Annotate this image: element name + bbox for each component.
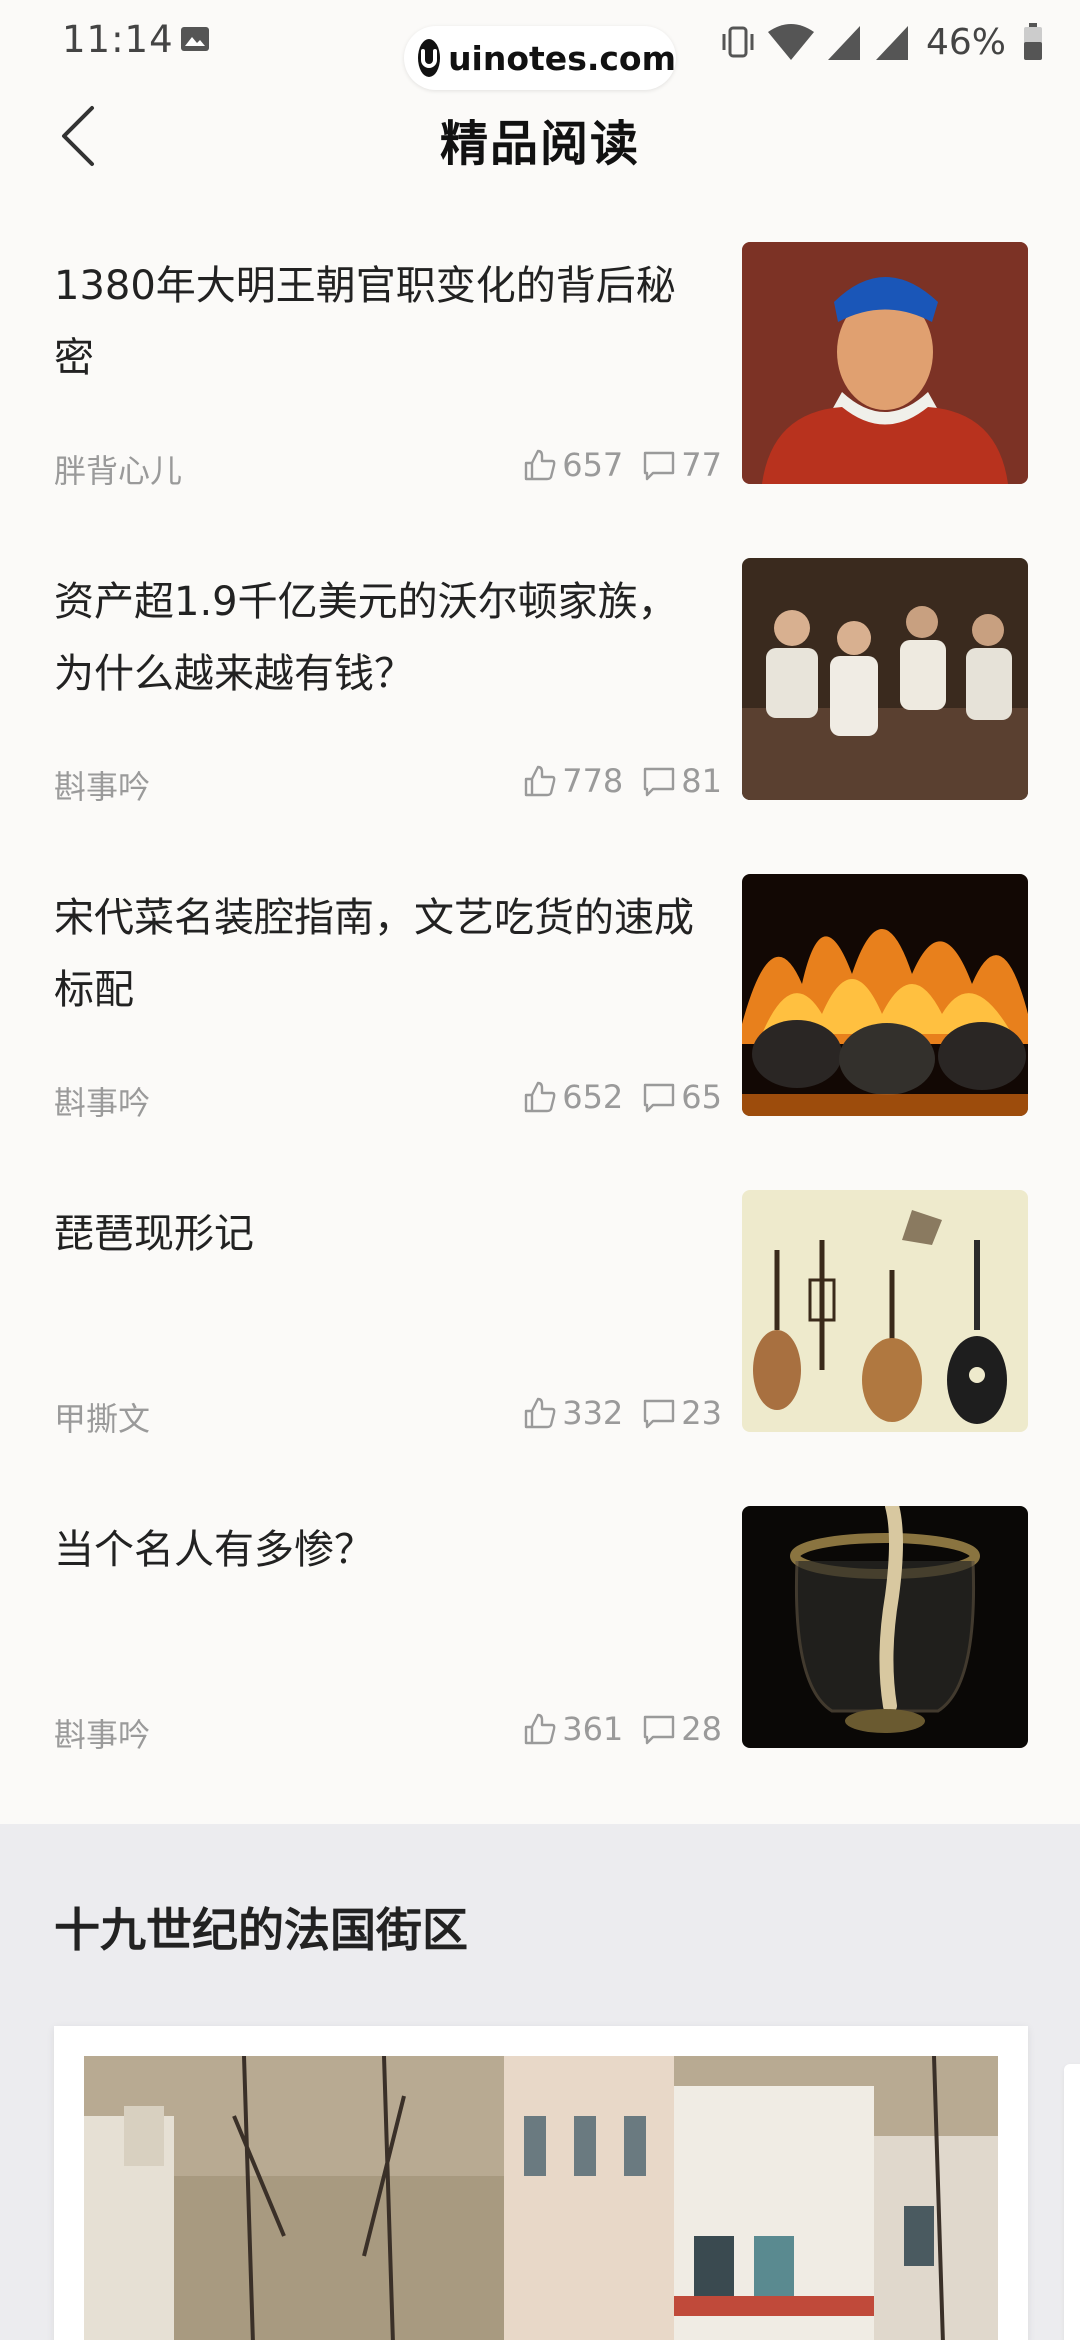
watermark-text: uinotes.com: [448, 38, 676, 78]
like-count[interactable]: 657: [522, 446, 623, 484]
comment-count-value: 65: [681, 1078, 722, 1116]
like-count-value: 361: [562, 1710, 624, 1748]
comment-count-value: 77: [681, 446, 722, 484]
list-item[interactable]: 琵琶现形记 甲撕文 332 23: [0, 1190, 1080, 1506]
battery-percentage: 46%: [925, 21, 1006, 63]
thumbs-up-icon: [525, 1397, 556, 1429]
comment-count[interactable]: 28: [641, 1710, 722, 1748]
article-author: 甲撕文: [54, 1400, 151, 1438]
comment-count[interactable]: 77: [641, 446, 722, 484]
article-title: 1380年大明王朝官职变化的背后秘密: [54, 263, 676, 381]
article-stats: 657 77: [522, 446, 722, 484]
article-stats: 652 65: [522, 1078, 722, 1116]
like-count-value: 332: [562, 1394, 624, 1432]
next-card-peek[interactable]: [1064, 2064, 1080, 2340]
signal-icon: [827, 26, 860, 60]
like-count-value: 657: [562, 446, 624, 484]
comment-count[interactable]: 65: [641, 1078, 722, 1116]
article-title: 当个名人有多惨？: [54, 1527, 374, 1573]
like-count[interactable]: 652: [522, 1078, 623, 1116]
featured-card-image: [84, 2056, 998, 2340]
list-item[interactable]: 当个名人有多惨？ 斟事吟 361 28: [0, 1506, 1080, 1822]
thumbs-up-icon: [525, 449, 556, 481]
article-list: 1380年大明王朝官职变化的背后秘密 胖背心儿 657 77 资产超1.9千亿美…: [0, 242, 1080, 1822]
comment-count-value: 81: [681, 762, 722, 800]
comment-icon: [644, 1083, 675, 1113]
article-title: 资产超1.9千亿美元的沃尔顿家族，为什么越来越有钱？: [54, 579, 678, 697]
page-title: 精品阅读: [439, 116, 640, 172]
list-item[interactable]: 1380年大明王朝官职变化的背后秘密 胖背心儿 657 77: [0, 242, 1080, 558]
comment-count-value: 23: [681, 1394, 722, 1432]
article-thumbnail: [742, 874, 1028, 1116]
article-author: 斟事吟: [54, 1716, 151, 1754]
comment-icon: [644, 767, 675, 797]
list-item[interactable]: 宋代菜名装腔指南，文艺吃货的速成标配 斟事吟 652 65: [0, 874, 1080, 1190]
battery-icon: [1024, 23, 1042, 60]
comment-icon: [644, 1715, 675, 1745]
comment-icon: [644, 451, 675, 481]
like-count[interactable]: 332: [522, 1394, 623, 1432]
section-title: 十九世纪的法国街区: [54, 1903, 468, 1957]
article-thumbnail: [742, 242, 1028, 484]
article-stats: 332 23: [522, 1394, 722, 1432]
article-author: 斟事吟: [54, 768, 151, 806]
article-thumbnail: [742, 558, 1028, 800]
like-count-value: 652: [562, 1078, 624, 1116]
comment-icon: [644, 1399, 675, 1429]
image-notification-icon: [181, 27, 209, 51]
thumbs-up-icon: [525, 1081, 556, 1113]
article-stats: 361 28: [522, 1710, 722, 1748]
comment-count-value: 28: [681, 1710, 722, 1748]
list-item[interactable]: 资产超1.9千亿美元的沃尔顿家族，为什么越来越有钱？ 斟事吟 778 81: [0, 558, 1080, 874]
featured-card[interactable]: [54, 2026, 1028, 2340]
article-title: 琵琶现形记: [54, 1211, 254, 1257]
thumbs-up-icon: [525, 765, 556, 797]
like-count[interactable]: 361: [522, 1710, 623, 1748]
status-time: 11:14: [62, 18, 174, 61]
article-thumbnail: [742, 1190, 1028, 1432]
comment-count[interactable]: 81: [641, 762, 722, 800]
wifi-icon: [767, 24, 814, 60]
like-count[interactable]: 778: [522, 762, 623, 800]
signal-icon-2: [875, 26, 908, 60]
article-author: 斟事吟: [54, 1084, 151, 1122]
thumbs-up-icon: [525, 1713, 556, 1745]
vibrate-icon: [722, 26, 754, 58]
article-stats: 778 81: [522, 762, 722, 800]
article-thumbnail: [742, 1506, 1028, 1748]
featured-section: 十九世纪的法国街区: [0, 1824, 1080, 2340]
article-title: 宋代菜名装腔指南，文艺吃货的速成标配: [54, 895, 694, 1013]
status-indicators: 46%: [710, 18, 1044, 66]
article-author: 胖背心儿: [54, 452, 183, 490]
uinotes-logo-icon: [418, 39, 441, 77]
watermark-badge: uinotes.com: [404, 26, 676, 90]
status-bar: 11:14 uinotes.com 46%: [0, 0, 1080, 90]
comment-count[interactable]: 23: [641, 1394, 722, 1432]
like-count-value: 778: [562, 762, 624, 800]
